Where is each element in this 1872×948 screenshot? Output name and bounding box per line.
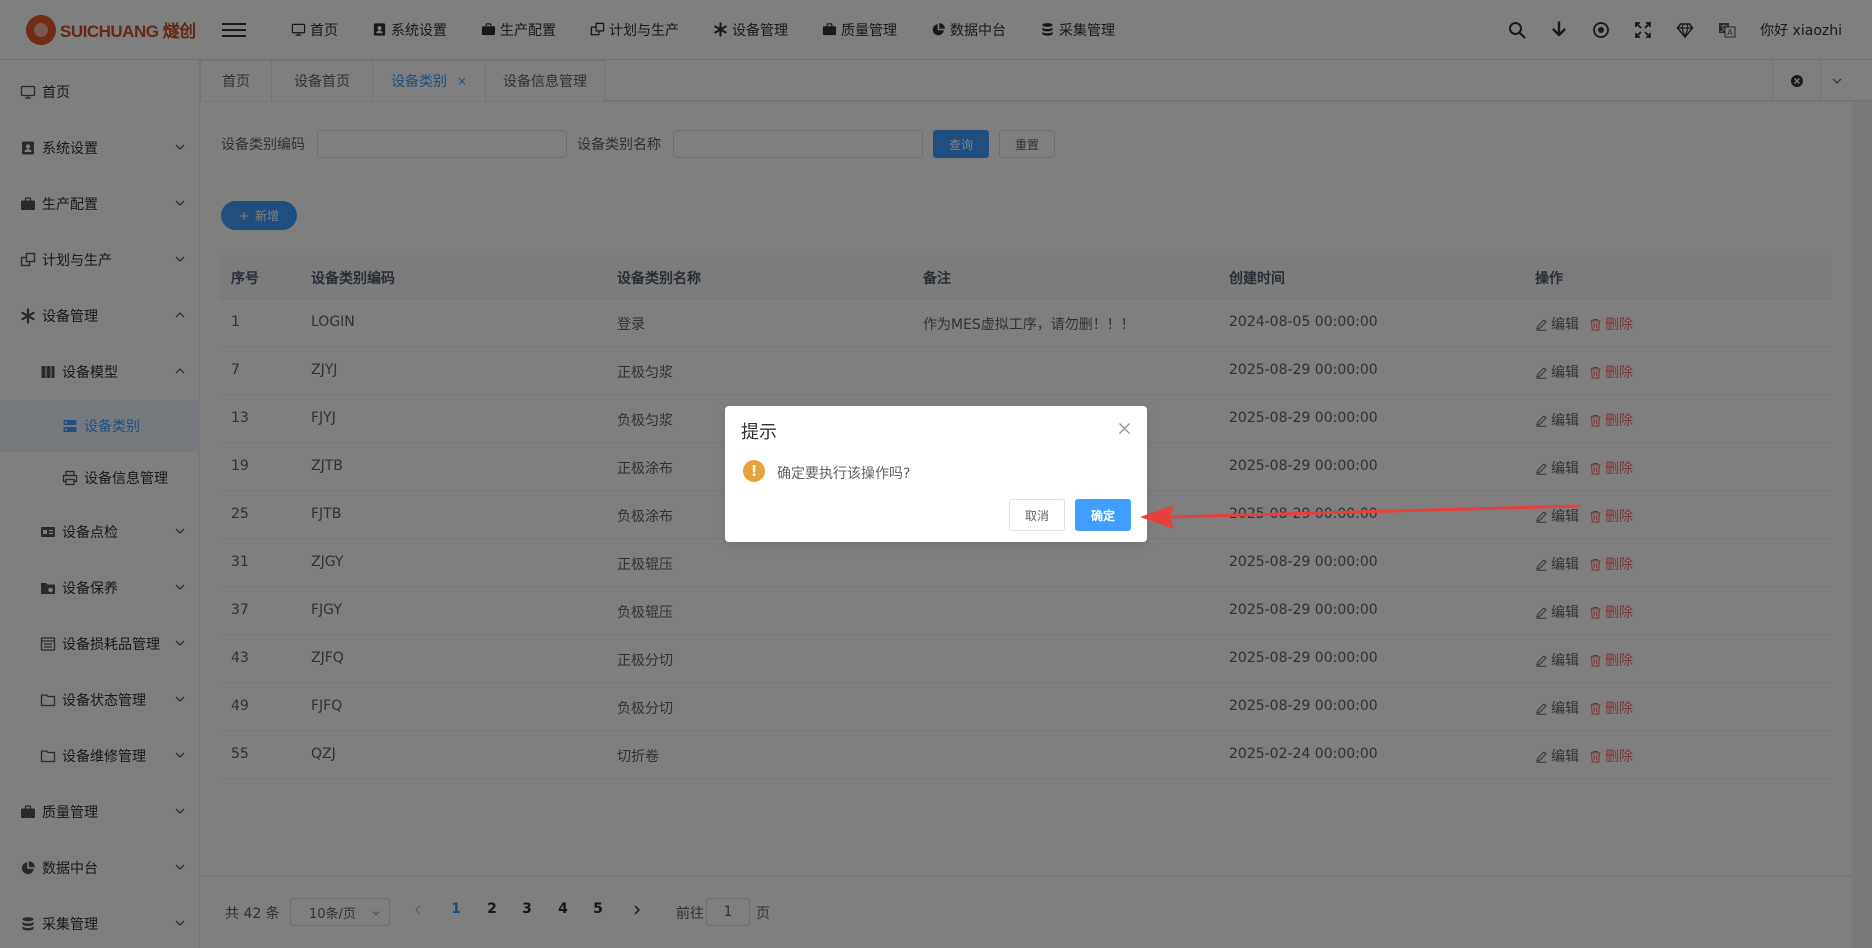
cancel-button[interactable]: 取消 (1009, 499, 1065, 531)
confirm-button[interactable]: 确定 (1075, 499, 1131, 531)
confirm-dialog: 提示 ! 确定要执行该操作吗? 取消 确定 (725, 406, 1147, 542)
close-icon[interactable] (1118, 422, 1131, 435)
warning-icon: ! (743, 460, 765, 482)
dialog-title: 提示 (741, 422, 777, 443)
dialog-message: 确定要执行该操作吗? (777, 466, 911, 482)
annotation-arrow-icon (1140, 504, 1580, 529)
